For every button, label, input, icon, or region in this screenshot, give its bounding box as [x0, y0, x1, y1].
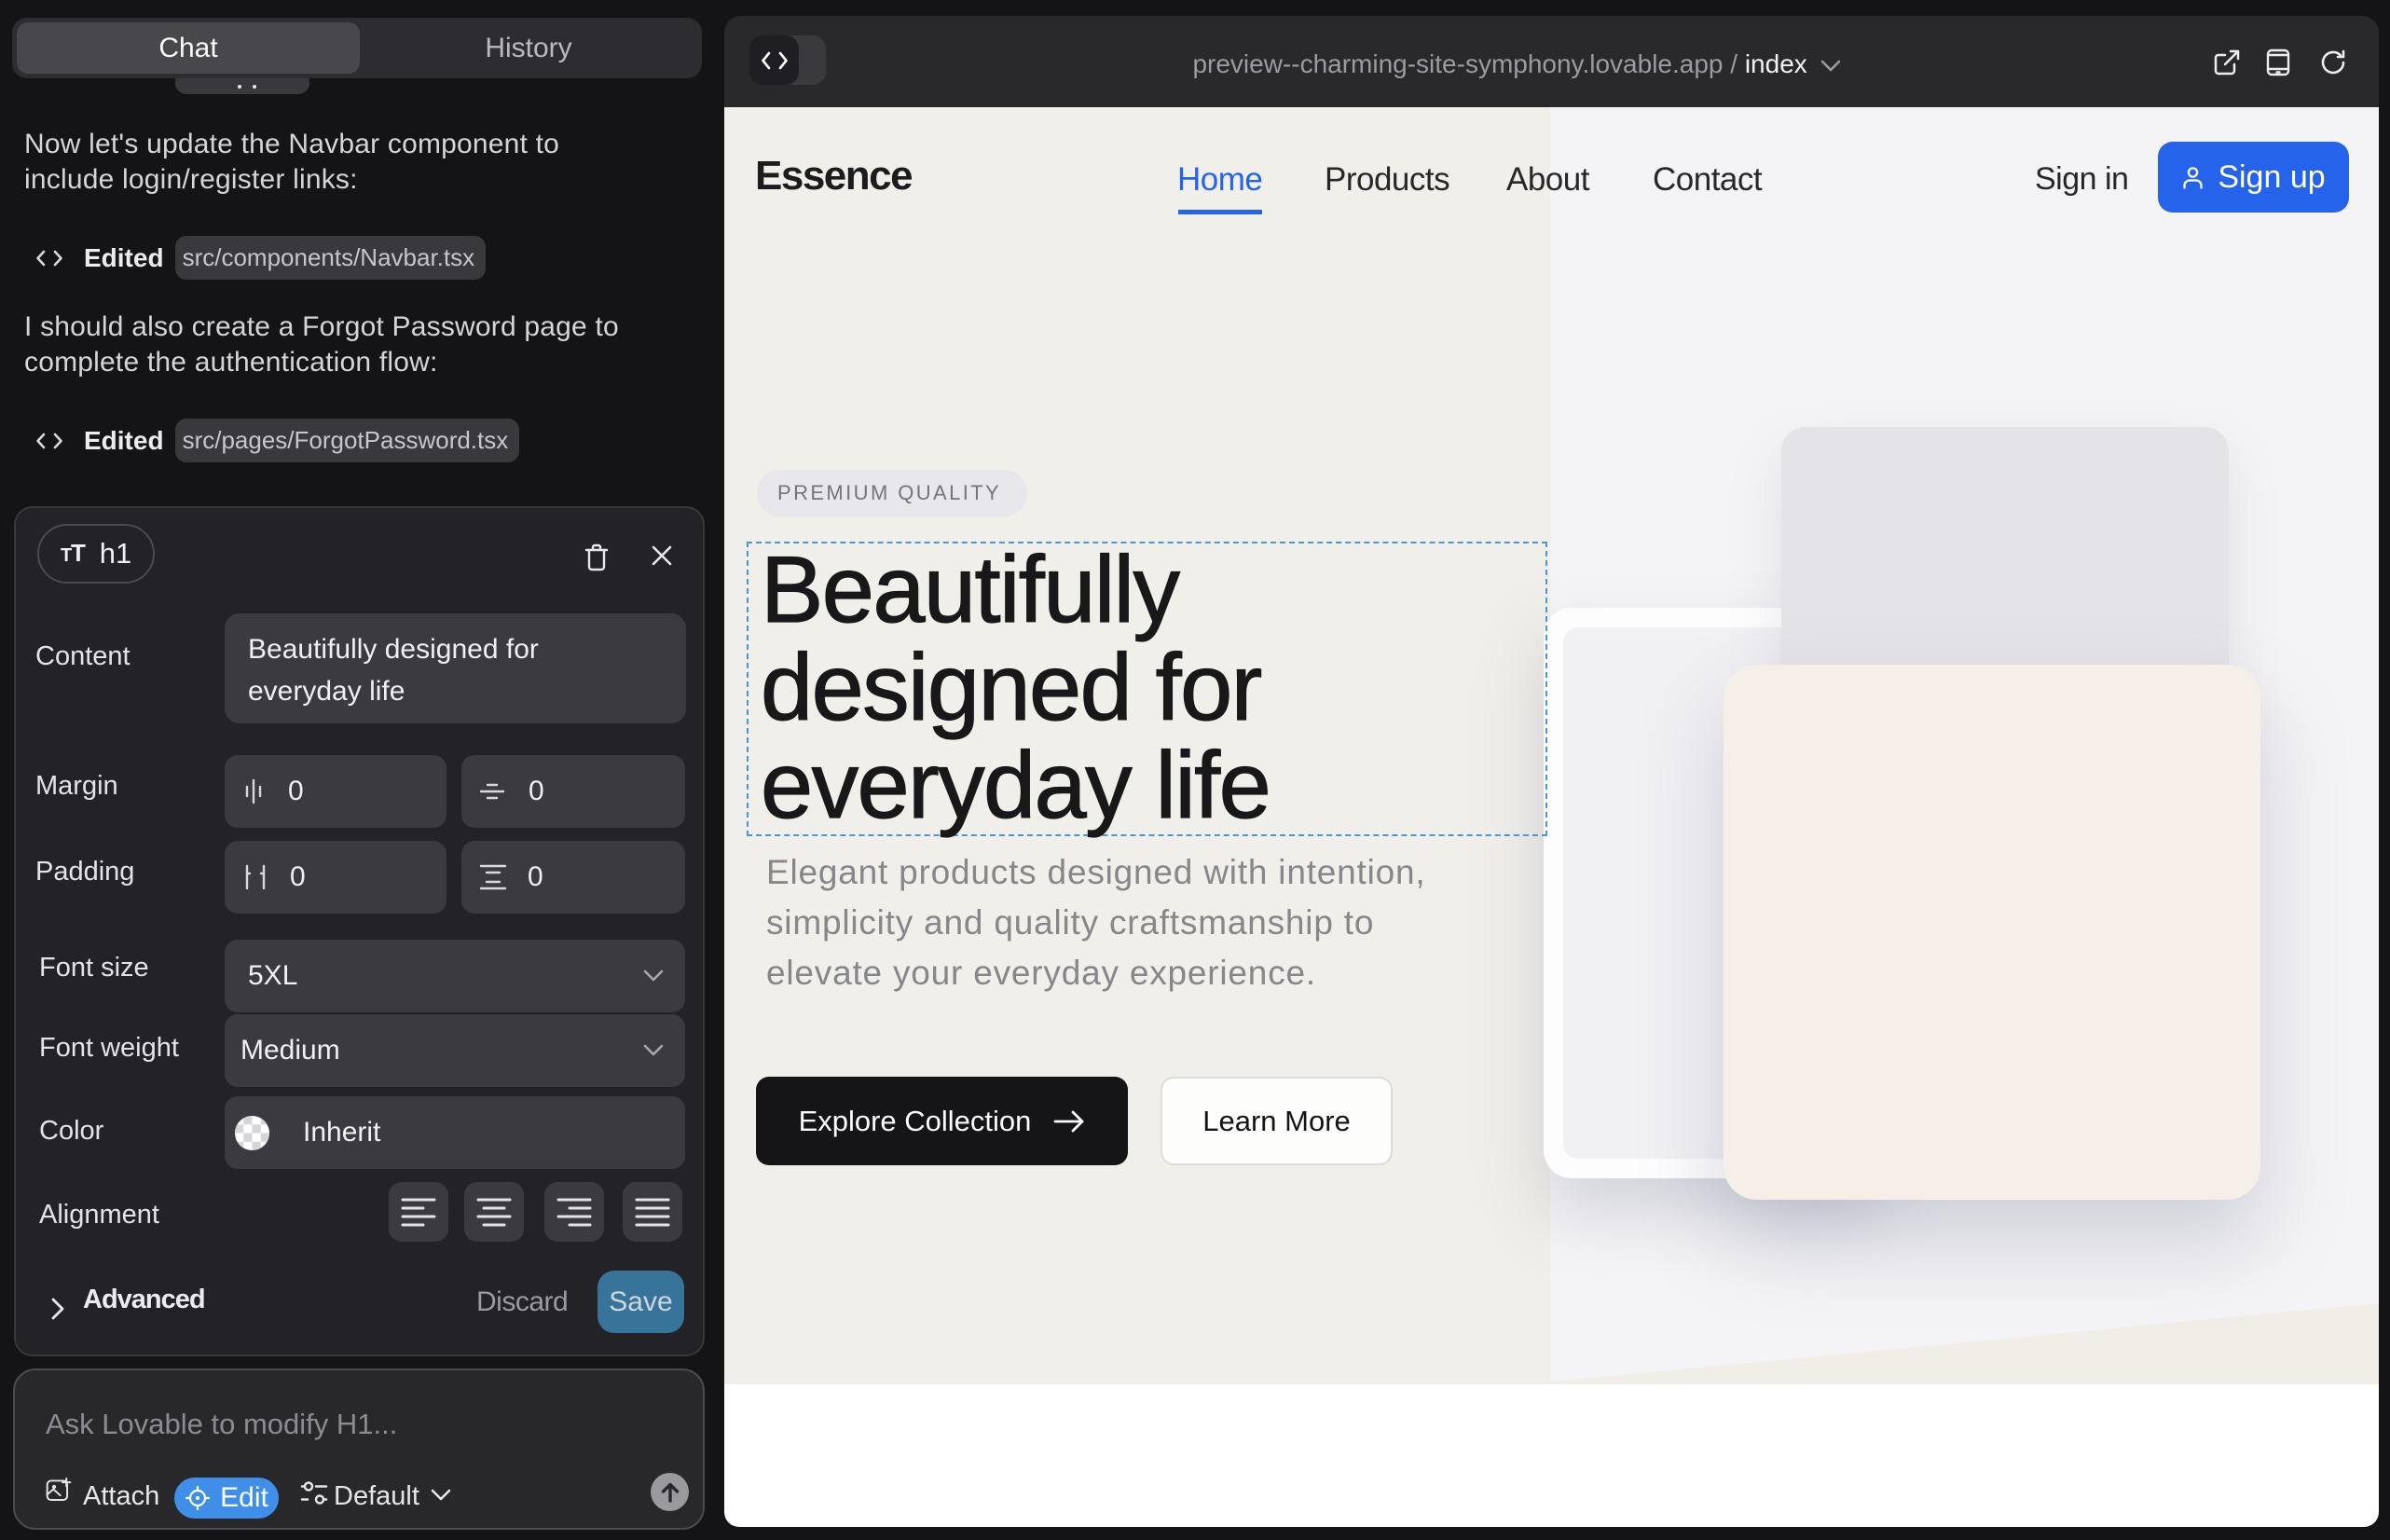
- svg-text:T: T: [71, 543, 86, 565]
